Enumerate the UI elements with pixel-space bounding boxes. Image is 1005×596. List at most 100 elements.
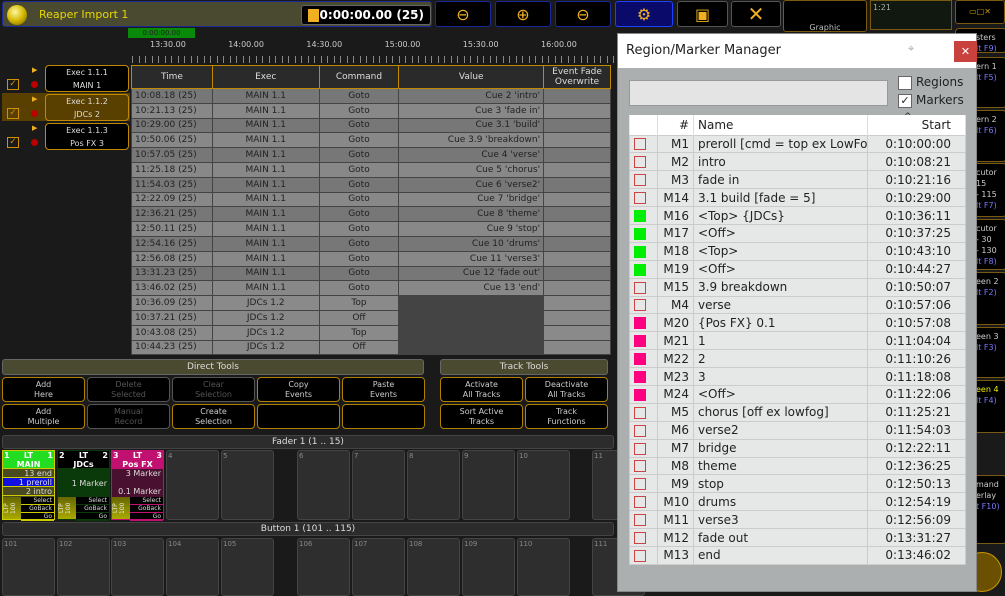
fade-cell[interactable]	[543, 309, 611, 326]
value-cell[interactable]: Cue 6 'verse2'	[398, 176, 545, 193]
marker-color-cell[interactable]	[629, 277, 658, 297]
marker-row[interactable]: M7 bridge 0:12:22:11	[629, 438, 966, 458]
executor-button[interactable]: 101	[2, 538, 55, 596]
col-num[interactable]: #	[657, 115, 694, 135]
marker-color-cell[interactable]	[629, 170, 658, 190]
table-row[interactable]: 12:56.08 (25) MAIN 1.1 Goto Cue 11 'verse3'	[131, 250, 611, 267]
command-cell[interactable]: Goto	[318, 88, 400, 104]
table-row[interactable]: 10:44.23 (25) JDCs 1.2 Off	[131, 339, 611, 356]
table-row[interactable]: 11:25.18 (25) MAIN 1.1 Goto Cue 5 'chorus'	[131, 161, 611, 178]
marker-color-cell[interactable]	[629, 188, 658, 208]
executor-button[interactable]: 107	[352, 538, 405, 596]
value-cell[interactable]: Cue 9 'stop'	[398, 221, 545, 237]
fade-cell[interactable]	[543, 88, 611, 104]
command-cell[interactable]: Off	[318, 309, 400, 326]
marker-row[interactable]: M4 verse 0:10:57:06	[629, 295, 966, 315]
value-cell[interactable]: Cue 2 'intro'	[398, 88, 545, 104]
col-command[interactable]: Command	[318, 65, 400, 89]
fade-cell[interactable]	[543, 102, 611, 119]
level-bar[interactable]: LTP 100	[112, 497, 130, 519]
color-swatch[interactable]	[634, 406, 646, 419]
marker-row[interactable]: M19 <Off> 0:10:44:27	[629, 259, 966, 279]
fade-cell[interactable]	[543, 280, 611, 297]
direct-tool-button[interactable]: Copy Events	[257, 377, 340, 402]
play-arrow-icon[interactable]: ▶	[32, 66, 37, 74]
exec-cell[interactable]: MAIN 1.1	[211, 88, 320, 104]
value-cell[interactable]: Cue 10 'drums'	[398, 235, 545, 252]
timeline-ruler[interactable]: 13:30.00 14:00.00 14:30.00 15:00.00 15:30.00…	[130, 38, 616, 63]
fade-cell[interactable]	[543, 324, 611, 341]
select-button[interactable]: Select	[130, 497, 163, 505]
record-dot-icon[interactable]	[31, 81, 38, 88]
zoom-fit-button[interactable]: ⊖	[555, 1, 611, 27]
value-cell[interactable]	[398, 324, 545, 341]
time-cell[interactable]: 12:56.08 (25)	[131, 250, 213, 267]
time-cell[interactable]: 10:36.09 (25)	[131, 295, 213, 311]
track-row[interactable]: ✓ ▶ Exec 1.1.1 MAIN 1	[2, 64, 130, 92]
empty-fader[interactable]: 8	[407, 450, 460, 520]
color-swatch[interactable]	[634, 281, 646, 294]
marker-color-cell[interactable]	[629, 510, 658, 530]
command-cell[interactable]: Top	[318, 295, 400, 311]
marker-row[interactable]: M6 verse2 0:11:54:03	[629, 420, 966, 440]
exec-cell[interactable]: JDCs 1.2	[211, 324, 320, 341]
table-row[interactable]: 11:54.03 (25) MAIN 1.1 Goto Cue 6 'verse2'	[131, 176, 611, 193]
marker-color-cell[interactable]	[629, 313, 658, 333]
marker-row[interactable]: M15 3.9 breakdown 0:10:50:07	[629, 277, 966, 297]
marker-row[interactable]: M24 <Off> 0:11:22:06	[629, 384, 966, 404]
playhead-time[interactable]: 0:00:00.00	[128, 28, 195, 38]
exec-cell[interactable]: MAIN 1.1	[211, 132, 320, 149]
exec-cell[interactable]: MAIN 1.1	[211, 191, 320, 208]
command-cell[interactable]: Goto	[318, 280, 400, 297]
direct-tool-button[interactable]	[257, 404, 340, 429]
play-arrow-icon[interactable]: ▶	[32, 95, 37, 103]
table-row[interactable]: 10:57.05 (25) MAIN 1.1 Goto Cue 4 'verse'	[131, 147, 611, 163]
marker-row[interactable]: M17 <Off> 0:10:37:25	[629, 223, 966, 243]
value-cell[interactable]	[398, 295, 545, 311]
time-cell[interactable]: 12:36.21 (25)	[131, 206, 213, 223]
time-cell[interactable]: 10:37.21 (25)	[131, 309, 213, 326]
exec-cell[interactable]: MAIN 1.1	[211, 206, 320, 223]
fade-cell[interactable]	[543, 235, 611, 252]
marker-row[interactable]: M12 fade out 0:13:31:27	[629, 528, 966, 547]
time-cell[interactable]: 12:22.09 (25)	[131, 191, 213, 208]
command-cell[interactable]: Goto	[318, 235, 400, 252]
go-button[interactable]: Go	[76, 513, 109, 521]
exec-cell[interactable]: MAIN 1.1	[211, 221, 320, 237]
executor-fader[interactable]: 2 2 LT JDCs 1 Marker LTP 100 Select GoBack Go	[57, 450, 110, 521]
time-cell[interactable]: 11:54.03 (25)	[131, 176, 213, 193]
command-cell[interactable]: Goto	[318, 250, 400, 267]
track-tool-button[interactable]: Sort Active Tracks	[440, 404, 523, 429]
exec-cell[interactable]: JDCs 1.2	[211, 295, 320, 311]
table-row[interactable]: 10:37.21 (25) JDCs 1.2 Off	[131, 309, 611, 326]
table-row[interactable]: 12:36.21 (25) MAIN 1.1 Goto Cue 8 'theme'	[131, 206, 611, 223]
empty-fader[interactable]: 9	[462, 450, 515, 520]
color-swatch[interactable]	[634, 496, 646, 509]
track-tool-button[interactable]: Activate All Tracks	[440, 377, 523, 402]
track-checkbox[interactable]: ✓	[7, 137, 19, 148]
color-swatch[interactable]	[634, 532, 646, 545]
color-swatch[interactable]	[634, 245, 646, 258]
color-swatch[interactable]	[634, 156, 646, 169]
time-cell[interactable]: 12:50.11 (25)	[131, 221, 213, 237]
marker-color-cell[interactable]	[629, 241, 658, 261]
direct-tool-button[interactable]: Create Selection	[172, 404, 255, 429]
exec-cell[interactable]: MAIN 1.1	[211, 235, 320, 252]
value-cell[interactable]: Cue 8 'theme'	[398, 206, 545, 223]
command-cell[interactable]: Off	[318, 339, 400, 356]
color-swatch[interactable]	[634, 263, 646, 276]
executor-button[interactable]: 102	[57, 538, 110, 596]
value-cell[interactable]: Cue 11 'verse3'	[398, 250, 545, 267]
executor-fader[interactable]: 1 1 LT MAIN 13 end 1 preroll 2 intro LTP 100 Sel…	[2, 450, 55, 521]
marker-row[interactable]: M3 fade in 0:10:21:16	[629, 170, 966, 190]
time-cell[interactable]: 11:25.18 (25)	[131, 161, 213, 178]
command-cell[interactable]: Goto	[318, 221, 400, 237]
exec-cell[interactable]: MAIN 1.1	[211, 102, 320, 119]
exec-button[interactable]: Exec 1.1.1 MAIN 1	[45, 65, 129, 92]
exec-cell[interactable]: MAIN 1.1	[211, 250, 320, 267]
value-cell[interactable]: Cue 3.1 'build'	[398, 117, 545, 134]
command-cell[interactable]: Goto	[318, 191, 400, 208]
exec-button[interactable]: Exec 1.1.3 Pos FX 3	[45, 123, 129, 150]
track-checkbox[interactable]: ✓	[7, 108, 19, 119]
executor-button[interactable]: 105	[221, 538, 274, 596]
